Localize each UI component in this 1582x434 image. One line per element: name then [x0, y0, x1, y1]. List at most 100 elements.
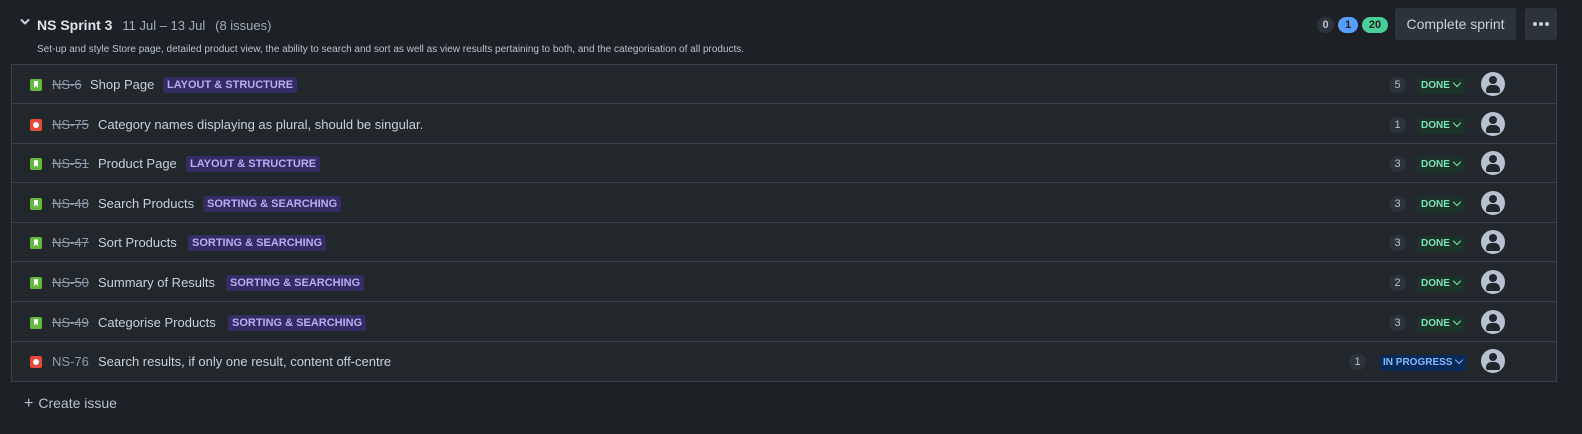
story-points-badge: 3: [1389, 195, 1406, 212]
epic-label[interactable]: SORTING & SEARCHING: [203, 195, 342, 212]
sprint-name: NS Sprint 3: [37, 17, 113, 33]
story-points-badge: 3: [1389, 235, 1406, 252]
create-issue-label: Create issue: [38, 395, 117, 411]
issue-summary[interactable]: Search Products: [98, 196, 194, 211]
chevron-down-icon: [1452, 118, 1462, 127]
issue-row[interactable]: NS-51 Product Page LAYOUT & STRUCTURE 3 DONE: [12, 144, 1556, 184]
issue-row[interactable]: NS-50 Summary of Results SORTING & SEARCHI…: [12, 263, 1556, 302]
status-label: DONE: [1421, 238, 1450, 250]
complete-sprint-button[interactable]: Complete sprint: [1395, 8, 1516, 40]
status-label: DONE: [1421, 159, 1450, 171]
chevron-down-icon[interactable]: [19, 16, 31, 28]
story-icon: [30, 316, 42, 329]
status-label: DONE: [1421, 119, 1450, 131]
issue-row[interactable]: NS-47 Sort Products SORTING & SEARCHING 3 DO…: [12, 223, 1556, 263]
bug-icon: [30, 118, 42, 131]
assignee-avatar[interactable]: [1481, 349, 1505, 374]
assignee-avatar[interactable]: [1481, 270, 1505, 294]
story-icon: [30, 197, 42, 210]
sprint-dates: 11 Jul – 13 Jul: [122, 18, 206, 33]
user-icon: [1489, 353, 1497, 362]
story-points-badge: 5: [1389, 77, 1406, 93]
issue-summary[interactable]: Sort Products: [98, 235, 177, 250]
status-dropdown[interactable]: IN PROGRESS: [1379, 355, 1467, 372]
status-dropdown[interactable]: DONE: [1417, 276, 1464, 292]
chevron-down-icon: [1452, 237, 1462, 246]
story-icon: [30, 158, 42, 171]
sprint-header: NS Sprint 3 11 Jul – 13 Jul (8 issues) S…: [0, 0, 1582, 64]
issue-row[interactable]: NS-48 Search Products SORTING & SEARCHING 3…: [12, 184, 1556, 223]
issue-summary[interactable]: Summary of Results: [98, 275, 215, 290]
chevron-down-icon: [1455, 355, 1464, 365]
assignee-avatar[interactable]: [1481, 111, 1505, 136]
user-icon: [1489, 76, 1497, 84]
story-points-badge: 2: [1389, 275, 1406, 291]
epic-label[interactable]: SORTING & SEARCHING: [228, 314, 367, 331]
chevron-down-icon: [1452, 78, 1462, 88]
chevron-down-icon: [1452, 316, 1462, 325]
issue-key[interactable]: NS-51: [52, 156, 89, 171]
status-dropdown[interactable]: DONE: [1417, 78, 1464, 94]
epic-label[interactable]: LAYOUT & STRUCTURE: [186, 156, 321, 173]
story-points-badge: 1: [1349, 354, 1366, 371]
assignee-avatar[interactable]: [1481, 190, 1505, 215]
chevron-down-icon: [1452, 157, 1462, 167]
issue-summary[interactable]: Shop Page: [90, 77, 154, 92]
issue-row[interactable]: NS-6 Shop Page LAYOUT & STRUCTURE 5 DONE: [12, 65, 1556, 104]
status-dropdown[interactable]: DONE: [1417, 315, 1464, 332]
todo-count-badge: 0: [1317, 17, 1334, 33]
issue-key[interactable]: NS-75: [52, 117, 89, 132]
issue-list: NS-6 Shop Page LAYOUT & STRUCTURE 5 DONE NS-7…: [11, 64, 1557, 382]
status-label: DONE: [1421, 80, 1450, 91]
issue-key[interactable]: NS-49: [52, 315, 89, 330]
status-dropdown[interactable]: DONE: [1417, 117, 1464, 134]
user-icon: [1489, 274, 1497, 282]
story-points-badge: 3: [1389, 314, 1406, 331]
assignee-avatar[interactable]: [1481, 309, 1505, 334]
chevron-down-icon: [1452, 276, 1462, 286]
status-dropdown[interactable]: DONE: [1417, 157, 1464, 174]
user-icon: [1489, 234, 1497, 243]
bug-icon: [30, 356, 42, 369]
status-label: IN PROGRESS: [1383, 357, 1453, 369]
epic-label[interactable]: SORTING & SEARCHING: [188, 235, 327, 252]
story-icon: [30, 79, 42, 91]
create-issue-button[interactable]: + Create issue: [24, 395, 117, 413]
assignee-avatar[interactable]: [1481, 72, 1505, 96]
issue-summary[interactable]: Product Page: [98, 156, 177, 171]
more-actions-button[interactable]: [1525, 8, 1557, 40]
status-label: DONE: [1421, 198, 1450, 210]
more-icon: [1533, 22, 1537, 26]
done-count-badge: 20: [1362, 17, 1388, 33]
story-icon: [30, 237, 42, 250]
issue-key[interactable]: NS-76: [52, 354, 89, 369]
issue-row[interactable]: NS-75 Category names displaying as plural…: [12, 105, 1556, 144]
issue-key[interactable]: NS-6: [52, 77, 82, 92]
story-points-badge: 3: [1389, 156, 1406, 173]
story-points-badge: 1: [1389, 116, 1406, 133]
user-icon: [1489, 313, 1497, 322]
assignee-avatar[interactable]: [1481, 151, 1505, 176]
sprint-issue-count: (8 issues): [215, 18, 272, 33]
status-label: DONE: [1421, 278, 1450, 289]
sprint-goal: Set-up and style Store page, detailed pr…: [37, 44, 745, 55]
issue-summary[interactable]: Category names displaying as plural, sho…: [98, 117, 423, 132]
issue-summary[interactable]: Categorise Products: [98, 315, 216, 330]
issue-key[interactable]: NS-50: [52, 275, 89, 290]
in-progress-count-badge: 1: [1338, 17, 1358, 33]
epic-label[interactable]: LAYOUT & STRUCTURE: [163, 77, 298, 93]
plus-icon: +: [24, 395, 34, 412]
issue-key[interactable]: NS-47: [52, 235, 89, 250]
status-label: DONE: [1421, 317, 1450, 329]
user-icon: [1489, 155, 1497, 164]
issue-summary[interactable]: Search results, if only one result, cont…: [98, 354, 391, 369]
user-icon: [1489, 194, 1497, 203]
chevron-down-icon: [1452, 197, 1462, 207]
issue-row[interactable]: NS-49 Categorise Products SORTING & SEARCH…: [12, 303, 1556, 342]
assignee-avatar[interactable]: [1481, 230, 1505, 255]
issue-key[interactable]: NS-48: [52, 196, 89, 211]
epic-label[interactable]: SORTING & SEARCHING: [226, 275, 365, 291]
issue-row[interactable]: NS-76 Search results, if only one result,…: [12, 342, 1556, 381]
status-dropdown[interactable]: DONE: [1417, 236, 1464, 253]
status-dropdown[interactable]: DONE: [1417, 196, 1464, 213]
